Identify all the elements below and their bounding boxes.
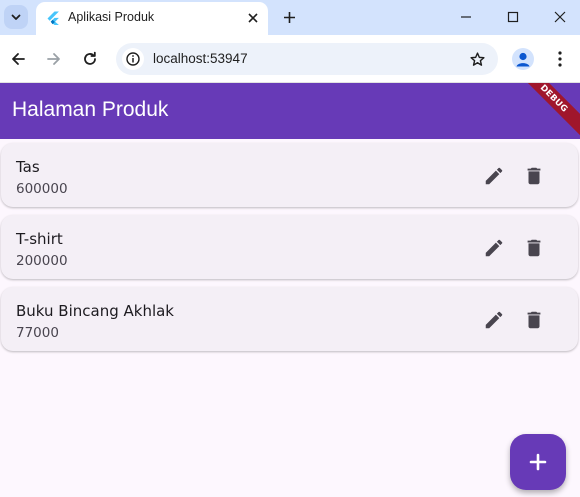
person-icon bbox=[516, 52, 530, 67]
info-icon bbox=[126, 52, 140, 66]
tab-close-button[interactable] bbox=[244, 9, 262, 27]
maximize-button[interactable] bbox=[490, 0, 536, 34]
debug-label: DEBUG bbox=[538, 83, 570, 115]
page-title: Halaman Produk bbox=[12, 98, 169, 121]
product-name: T-shirt bbox=[16, 230, 63, 248]
edit-button[interactable] bbox=[481, 235, 507, 261]
browser-toolbar: localhost:53947 bbox=[0, 35, 580, 83]
close-icon bbox=[248, 13, 258, 23]
star-icon bbox=[469, 51, 485, 66]
delete-button[interactable] bbox=[521, 163, 547, 189]
arrow-left-icon bbox=[12, 53, 25, 65]
reload-button[interactable] bbox=[76, 45, 104, 73]
pencil-icon bbox=[485, 239, 503, 257]
plus-icon bbox=[283, 11, 295, 23]
plus-icon bbox=[529, 453, 547, 471]
product-card[interactable]: Buku Bincang Akhlak 77000 bbox=[1, 287, 578, 351]
app-bar: Halaman Produk DEBUG bbox=[0, 83, 580, 139]
maximize-icon bbox=[507, 11, 519, 23]
edit-button[interactable] bbox=[481, 307, 507, 333]
close-window-button[interactable] bbox=[537, 0, 580, 34]
delete-button[interactable] bbox=[521, 235, 547, 261]
url-text[interactable]: localhost:53947 bbox=[153, 51, 248, 66]
flutter-icon bbox=[47, 11, 59, 25]
product-name: Tas bbox=[16, 158, 40, 176]
bookmark-button[interactable] bbox=[468, 50, 486, 68]
trash-icon bbox=[527, 311, 541, 329]
edit-button[interactable] bbox=[481, 163, 507, 189]
tab-title: Aplikasi Produk bbox=[68, 10, 155, 24]
product-price: 200000 bbox=[16, 253, 68, 269]
delete-button[interactable] bbox=[521, 307, 547, 333]
profile-button[interactable] bbox=[512, 48, 534, 70]
product-price: 600000 bbox=[16, 181, 68, 197]
product-name: Buku Bincang Akhlak bbox=[16, 302, 174, 320]
trash-icon bbox=[527, 167, 541, 185]
forward-button[interactable] bbox=[40, 45, 68, 73]
minimize-icon bbox=[461, 16, 471, 18]
pencil-icon bbox=[485, 167, 503, 185]
product-card[interactable]: T-shirt 200000 bbox=[1, 215, 578, 279]
tab-search-button[interactable] bbox=[4, 5, 28, 29]
debug-banner: DEBUG bbox=[509, 83, 580, 139]
address-bar[interactable]: localhost:53947 bbox=[116, 43, 498, 75]
back-button[interactable] bbox=[4, 45, 32, 73]
close-icon bbox=[554, 11, 566, 23]
browser-menu-button[interactable] bbox=[550, 47, 570, 71]
reload-icon bbox=[84, 51, 96, 65]
more-vert-icon bbox=[558, 51, 562, 67]
minimize-button[interactable] bbox=[443, 0, 489, 34]
product-price: 77000 bbox=[16, 325, 59, 341]
chevron-down-icon bbox=[11, 14, 21, 20]
browser-tab[interactable]: Aplikasi Produk bbox=[36, 2, 268, 35]
trash-icon bbox=[527, 239, 541, 257]
tab-strip: Aplikasi Produk bbox=[0, 0, 580, 35]
site-info-button[interactable] bbox=[122, 48, 144, 70]
arrow-right-icon bbox=[47, 53, 60, 65]
new-tab-button[interactable] bbox=[278, 6, 300, 28]
pencil-icon bbox=[485, 311, 503, 329]
product-card[interactable]: Tas 600000 bbox=[1, 143, 578, 207]
add-product-button[interactable] bbox=[510, 434, 566, 490]
